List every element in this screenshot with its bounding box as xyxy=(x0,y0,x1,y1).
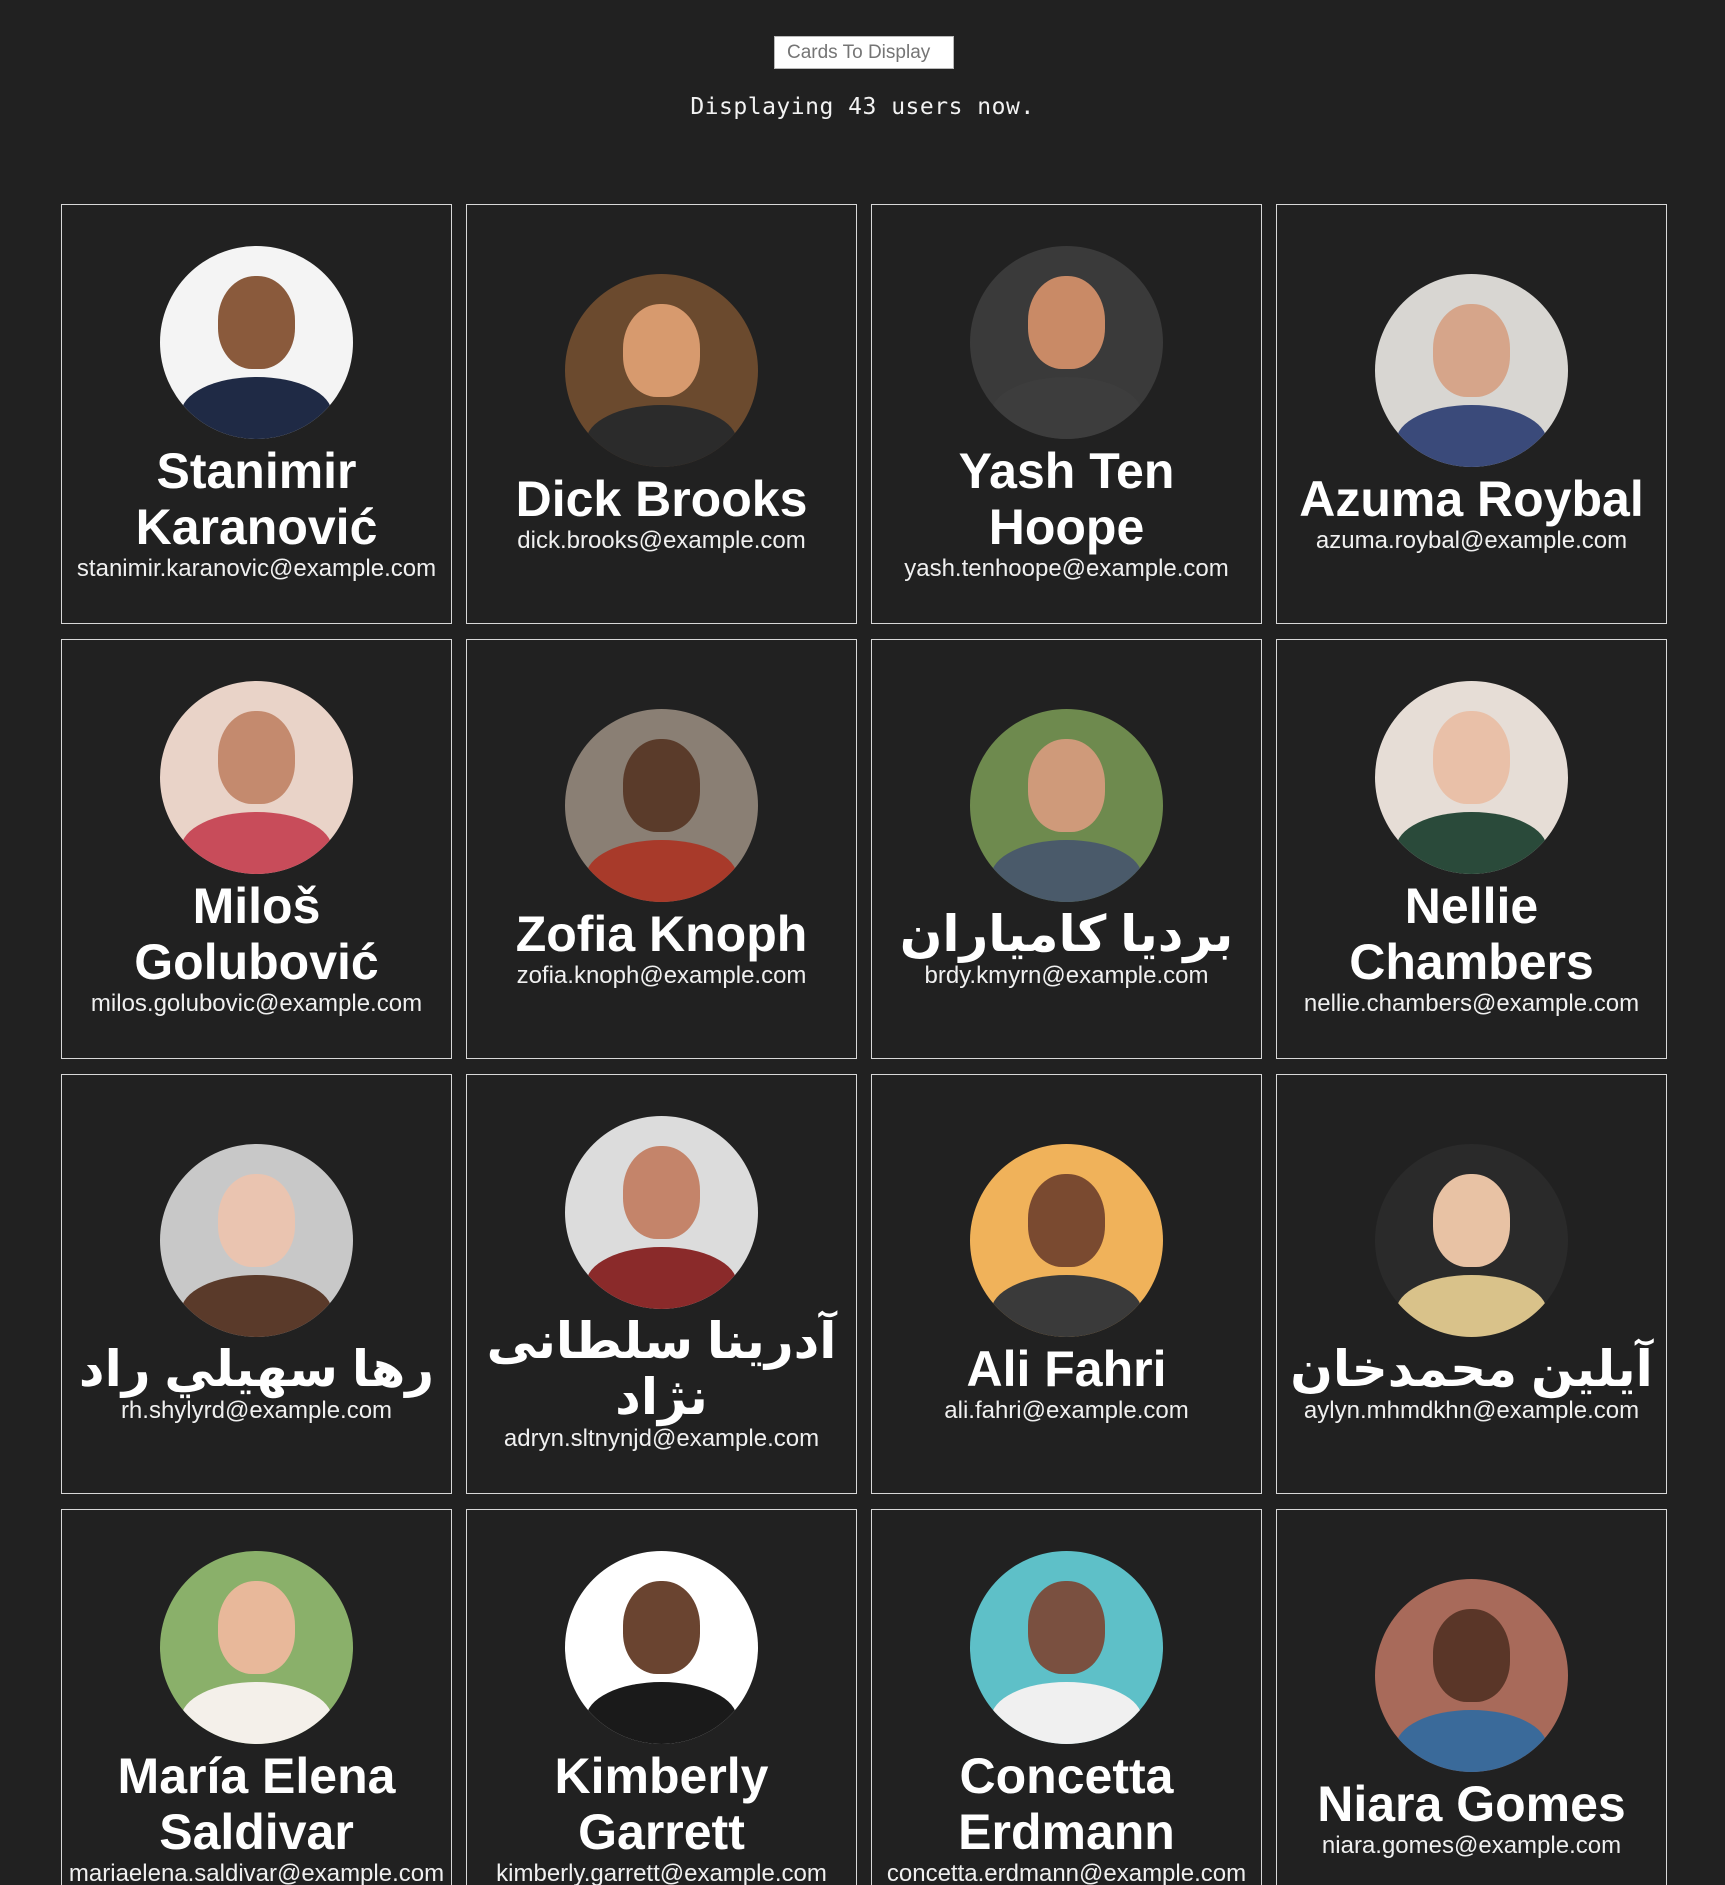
cards-to-display-input[interactable] xyxy=(774,36,954,69)
avatar xyxy=(1375,1578,1568,1772)
user-card: Dick Brooks dick.brooks@example.com xyxy=(466,204,857,624)
user-email: aylyn.mhmdkhn@example.com xyxy=(1303,1396,1640,1424)
user-email: azuma.roybal@example.com xyxy=(1315,526,1628,554)
status-text: Displaying 43 users now. xyxy=(690,94,1035,120)
user-email: brdy.kmyrn@example.com xyxy=(924,961,1209,989)
user-name: بردیا کامیاران xyxy=(899,905,1234,962)
user-email: stanimir.karanovic@example.com xyxy=(76,554,437,582)
user-name: آیلین محمدخان xyxy=(1290,1340,1653,1397)
user-name: رها سهيلي راد xyxy=(78,1340,435,1397)
avatar xyxy=(565,708,758,902)
user-card: آدرينا سلطانی نژاد adryn.sltnynjd@example… xyxy=(466,1074,857,1494)
avatar xyxy=(160,680,353,874)
avatar xyxy=(565,1550,758,1744)
user-email: nellie.chambers@example.com xyxy=(1303,989,1640,1017)
user-card: Azuma Roybal azuma.roybal@example.com xyxy=(1276,204,1667,624)
avatar xyxy=(160,1550,353,1744)
user-card-grid: Stanimir Karanović stanimir.karanovic@exa… xyxy=(61,204,1667,1885)
user-name: Concetta Erdmann xyxy=(958,1747,1175,1860)
avatar xyxy=(1375,680,1568,874)
user-email: kimberly.garrett@example.com xyxy=(496,1859,827,1885)
avatar xyxy=(970,1143,1163,1337)
user-card: María Elena Saldivar mariaelena.saldivar@… xyxy=(61,1509,452,1885)
user-card: Miloš Golubović milos.golubovic@example.c… xyxy=(61,639,452,1059)
user-email: rh.shylyrd@example.com xyxy=(120,1396,393,1424)
user-name: María Elena Saldivar xyxy=(117,1747,396,1860)
user-name: Dick Brooks xyxy=(515,470,808,527)
user-card: بردیا کامیاران brdy.kmyrn@example.com xyxy=(871,639,1262,1059)
user-card: آیلین محمدخان aylyn.mhmdkhn@example.com xyxy=(1276,1074,1667,1494)
user-card: Zofia Knoph zofia.knoph@example.com xyxy=(466,639,857,1059)
user-name: Zofia Knoph xyxy=(515,905,808,962)
avatar xyxy=(970,1550,1163,1744)
user-name: Nellie Chambers xyxy=(1349,877,1594,990)
user-card: Yash Ten Hoope yash.tenhoope@example.com xyxy=(871,204,1262,624)
user-card: Ali Fahri ali.fahri@example.com xyxy=(871,1074,1262,1494)
avatar xyxy=(970,245,1163,439)
user-email: zofia.knoph@example.com xyxy=(516,961,807,989)
avatar xyxy=(160,1143,353,1337)
user-name: Miloš Golubović xyxy=(134,877,379,990)
user-email: yash.tenhoope@example.com xyxy=(904,554,1229,582)
user-card: رها سهيلي راد rh.shylyrd@example.com xyxy=(61,1074,452,1494)
avatar xyxy=(970,708,1163,902)
user-name: Niara Gomes xyxy=(1317,1775,1626,1832)
user-card: Niara Gomes niara.gomes@example.com xyxy=(1276,1509,1667,1885)
avatar xyxy=(565,1115,758,1309)
user-name: Yash Ten Hoope xyxy=(958,442,1175,555)
user-name: Kimberly Garrett xyxy=(554,1747,769,1860)
user-name: Stanimir Karanović xyxy=(135,442,378,555)
user-name: Ali Fahri xyxy=(966,1340,1167,1397)
user-card: Concetta Erdmann concetta.erdmann@example… xyxy=(871,1509,1262,1885)
user-name: آدرينا سلطانی نژاد xyxy=(486,1312,837,1425)
user-card: Kimberly Garrett kimberly.garrett@example… xyxy=(466,1509,857,1885)
user-email: niara.gomes@example.com xyxy=(1321,1831,1622,1859)
user-card: Nellie Chambers nellie.chambers@example.c… xyxy=(1276,639,1667,1059)
avatar xyxy=(160,245,353,439)
avatar xyxy=(1375,1143,1568,1337)
avatar xyxy=(565,273,758,467)
user-email: adryn.sltnynjd@example.com xyxy=(503,1424,820,1452)
user-card: Stanimir Karanović stanimir.karanovic@exa… xyxy=(61,204,452,624)
avatar xyxy=(1375,273,1568,467)
user-name: Azuma Roybal xyxy=(1299,470,1644,527)
user-email: mariaelena.saldivar@example.com xyxy=(68,1859,445,1885)
user-email: ali.fahri@example.com xyxy=(944,1396,1189,1424)
user-email: dick.brooks@example.com xyxy=(517,526,806,554)
user-email: milos.golubovic@example.com xyxy=(90,989,423,1017)
user-email: concetta.erdmann@example.com xyxy=(886,1859,1247,1885)
